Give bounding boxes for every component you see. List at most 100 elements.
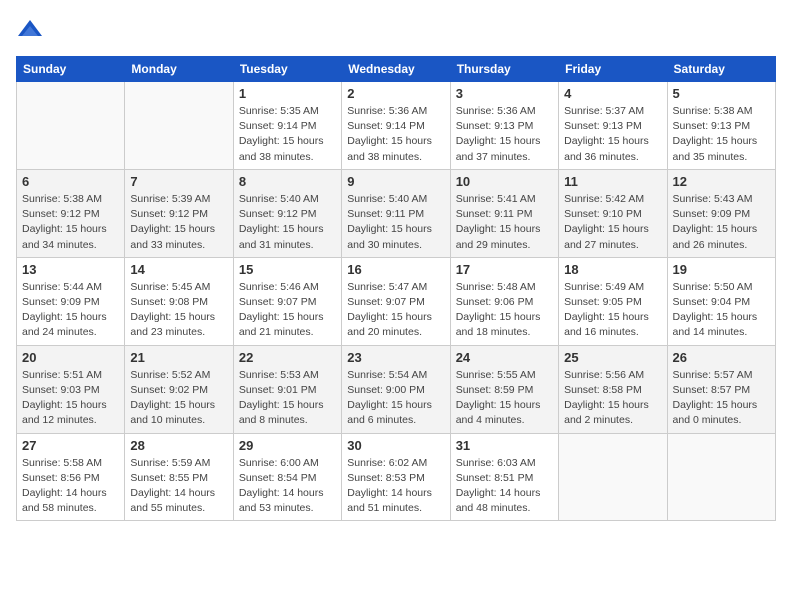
day-info: Sunrise: 5:42 AM Sunset: 9:10 PM Dayligh… [564, 192, 661, 253]
day-number: 14 [130, 262, 227, 277]
calendar-day-cell: 3 Sunrise: 5:36 AM Sunset: 9:13 PM Daylig… [450, 82, 558, 170]
calendar-day-cell: 22 Sunrise: 5:53 AM Sunset: 9:01 PM Dayli… [233, 345, 341, 433]
day-number: 19 [673, 262, 770, 277]
calendar-day-cell: 6 Sunrise: 5:38 AM Sunset: 9:12 PM Daylig… [17, 169, 125, 257]
day-info: Sunrise: 5:56 AM Sunset: 8:58 PM Dayligh… [564, 368, 661, 429]
day-number: 10 [456, 174, 553, 189]
day-number: 6 [22, 174, 119, 189]
day-number: 5 [673, 86, 770, 101]
day-of-week-header: Saturday [667, 57, 775, 82]
calendar-week-row: 13 Sunrise: 5:44 AM Sunset: 9:09 PM Dayli… [17, 257, 776, 345]
day-number: 4 [564, 86, 661, 101]
day-number: 24 [456, 350, 553, 365]
day-info: Sunrise: 5:36 AM Sunset: 9:13 PM Dayligh… [456, 104, 553, 165]
day-info: Sunrise: 5:44 AM Sunset: 9:09 PM Dayligh… [22, 280, 119, 341]
day-info: Sunrise: 5:36 AM Sunset: 9:14 PM Dayligh… [347, 104, 444, 165]
day-info: Sunrise: 5:37 AM Sunset: 9:13 PM Dayligh… [564, 104, 661, 165]
day-number: 25 [564, 350, 661, 365]
day-info: Sunrise: 5:40 AM Sunset: 9:12 PM Dayligh… [239, 192, 336, 253]
calendar-day-cell: 14 Sunrise: 5:45 AM Sunset: 9:08 PM Dayli… [125, 257, 233, 345]
day-info: Sunrise: 5:54 AM Sunset: 9:00 PM Dayligh… [347, 368, 444, 429]
calendar-day-cell: 30Sunrise: 6:02 AM Sunset: 8:53 PM Dayli… [342, 433, 450, 521]
day-of-week-header: Sunday [17, 57, 125, 82]
calendar-day-cell: 10 Sunrise: 5:41 AM Sunset: 9:11 PM Dayli… [450, 169, 558, 257]
calendar-day-cell: 20Sunrise: 5:51 AM Sunset: 9:03 PM Dayli… [17, 345, 125, 433]
day-number: 8 [239, 174, 336, 189]
day-number: 1 [239, 86, 336, 101]
day-info: Sunrise: 5:50 AM Sunset: 9:04 PM Dayligh… [673, 280, 770, 341]
calendar-day-cell: 15 Sunrise: 5:46 AM Sunset: 9:07 PM Dayli… [233, 257, 341, 345]
day-number: 27 [22, 438, 119, 453]
calendar-table: SundayMondayTuesdayWednesdayThursdayFrid… [16, 56, 776, 521]
calendar-day-cell: 21 Sunrise: 5:52 AM Sunset: 9:02 PM Dayli… [125, 345, 233, 433]
day-number: 13 [22, 262, 119, 277]
calendar-day-cell [125, 82, 233, 170]
day-info: Sunrise: 5:48 AM Sunset: 9:06 PM Dayligh… [456, 280, 553, 341]
day-info: Sunrise: 5:43 AM Sunset: 9:09 PM Dayligh… [673, 192, 770, 253]
logo-icon [16, 16, 44, 44]
day-number: 29 [239, 438, 336, 453]
day-of-week-header: Monday [125, 57, 233, 82]
calendar-week-row: 6 Sunrise: 5:38 AM Sunset: 9:12 PM Daylig… [17, 169, 776, 257]
day-number: 15 [239, 262, 336, 277]
day-info: Sunrise: 5:45 AM Sunset: 9:08 PM Dayligh… [130, 280, 227, 341]
day-of-week-header: Friday [559, 57, 667, 82]
calendar-week-row: 20Sunrise: 5:51 AM Sunset: 9:03 PM Dayli… [17, 345, 776, 433]
day-of-week-header: Wednesday [342, 57, 450, 82]
calendar-day-cell [17, 82, 125, 170]
calendar-day-cell [559, 433, 667, 521]
calendar-day-cell: 28 Sunrise: 5:59 AM Sunset: 8:55 PM Dayli… [125, 433, 233, 521]
logo [16, 16, 48, 44]
calendar-day-cell: 4 Sunrise: 5:37 AM Sunset: 9:13 PM Daylig… [559, 82, 667, 170]
day-number: 12 [673, 174, 770, 189]
day-info: Sunrise: 5:38 AM Sunset: 9:12 PM Dayligh… [22, 192, 119, 253]
day-info: Sunrise: 5:53 AM Sunset: 9:01 PM Dayligh… [239, 368, 336, 429]
day-of-week-header: Tuesday [233, 57, 341, 82]
calendar-day-cell: 26Sunrise: 5:57 AM Sunset: 8:57 PM Dayli… [667, 345, 775, 433]
day-info: Sunrise: 6:02 AM Sunset: 8:53 PM Dayligh… [347, 456, 444, 517]
calendar-day-cell [667, 433, 775, 521]
calendar-day-cell: 25 Sunrise: 5:56 AM Sunset: 8:58 PM Dayli… [559, 345, 667, 433]
calendar-day-cell: 5 Sunrise: 5:38 AM Sunset: 9:13 PM Daylig… [667, 82, 775, 170]
calendar-day-cell: 8 Sunrise: 5:40 AM Sunset: 9:12 PM Daylig… [233, 169, 341, 257]
calendar-day-cell: 9 Sunrise: 5:40 AM Sunset: 9:11 PM Daylig… [342, 169, 450, 257]
day-info: Sunrise: 5:35 AM Sunset: 9:14 PM Dayligh… [239, 104, 336, 165]
calendar-day-cell: 7Sunrise: 5:39 AM Sunset: 9:12 PM Daylig… [125, 169, 233, 257]
day-info: Sunrise: 5:52 AM Sunset: 9:02 PM Dayligh… [130, 368, 227, 429]
calendar-day-cell: 18 Sunrise: 5:49 AM Sunset: 9:05 PM Dayli… [559, 257, 667, 345]
calendar-body: 1 Sunrise: 5:35 AM Sunset: 9:14 PM Daylig… [17, 82, 776, 521]
day-number: 3 [456, 86, 553, 101]
day-number: 28 [130, 438, 227, 453]
calendar-day-cell: 17Sunrise: 5:48 AM Sunset: 9:06 PM Dayli… [450, 257, 558, 345]
calendar-day-cell: 24 Sunrise: 5:55 AM Sunset: 8:59 PM Dayli… [450, 345, 558, 433]
day-info: Sunrise: 5:46 AM Sunset: 9:07 PM Dayligh… [239, 280, 336, 341]
day-info: Sunrise: 5:47 AM Sunset: 9:07 PM Dayligh… [347, 280, 444, 341]
day-number: 16 [347, 262, 444, 277]
day-number: 21 [130, 350, 227, 365]
day-info: Sunrise: 5:40 AM Sunset: 9:11 PM Dayligh… [347, 192, 444, 253]
calendar-day-cell: 1 Sunrise: 5:35 AM Sunset: 9:14 PM Daylig… [233, 82, 341, 170]
calendar-day-cell: 12 Sunrise: 5:43 AM Sunset: 9:09 PM Dayli… [667, 169, 775, 257]
day-info: Sunrise: 5:55 AM Sunset: 8:59 PM Dayligh… [456, 368, 553, 429]
day-info: Sunrise: 6:03 AM Sunset: 8:51 PM Dayligh… [456, 456, 553, 517]
day-info: Sunrise: 5:39 AM Sunset: 9:12 PM Dayligh… [130, 192, 227, 253]
day-number: 9 [347, 174, 444, 189]
day-info: Sunrise: 5:41 AM Sunset: 9:11 PM Dayligh… [456, 192, 553, 253]
calendar-week-row: 27Sunrise: 5:58 AM Sunset: 8:56 PM Dayli… [17, 433, 776, 521]
calendar-header: SundayMondayTuesdayWednesdayThursdayFrid… [17, 57, 776, 82]
day-number: 11 [564, 174, 661, 189]
calendar-day-cell: 2 Sunrise: 5:36 AM Sunset: 9:14 PM Daylig… [342, 82, 450, 170]
day-info: Sunrise: 5:49 AM Sunset: 9:05 PM Dayligh… [564, 280, 661, 341]
calendar-day-cell: 27Sunrise: 5:58 AM Sunset: 8:56 PM Dayli… [17, 433, 125, 521]
day-info: Sunrise: 5:59 AM Sunset: 8:55 PM Dayligh… [130, 456, 227, 517]
calendar-day-cell: 23Sunrise: 5:54 AM Sunset: 9:00 PM Dayli… [342, 345, 450, 433]
day-info: Sunrise: 5:38 AM Sunset: 9:13 PM Dayligh… [673, 104, 770, 165]
day-number: 18 [564, 262, 661, 277]
calendar-day-cell: 31Sunrise: 6:03 AM Sunset: 8:51 PM Dayli… [450, 433, 558, 521]
days-of-week-row: SundayMondayTuesdayWednesdayThursdayFrid… [17, 57, 776, 82]
day-info: Sunrise: 5:51 AM Sunset: 9:03 PM Dayligh… [22, 368, 119, 429]
calendar-day-cell: 16 Sunrise: 5:47 AM Sunset: 9:07 PM Dayli… [342, 257, 450, 345]
calendar-day-cell: 19 Sunrise: 5:50 AM Sunset: 9:04 PM Dayli… [667, 257, 775, 345]
day-number: 2 [347, 86, 444, 101]
day-number: 22 [239, 350, 336, 365]
